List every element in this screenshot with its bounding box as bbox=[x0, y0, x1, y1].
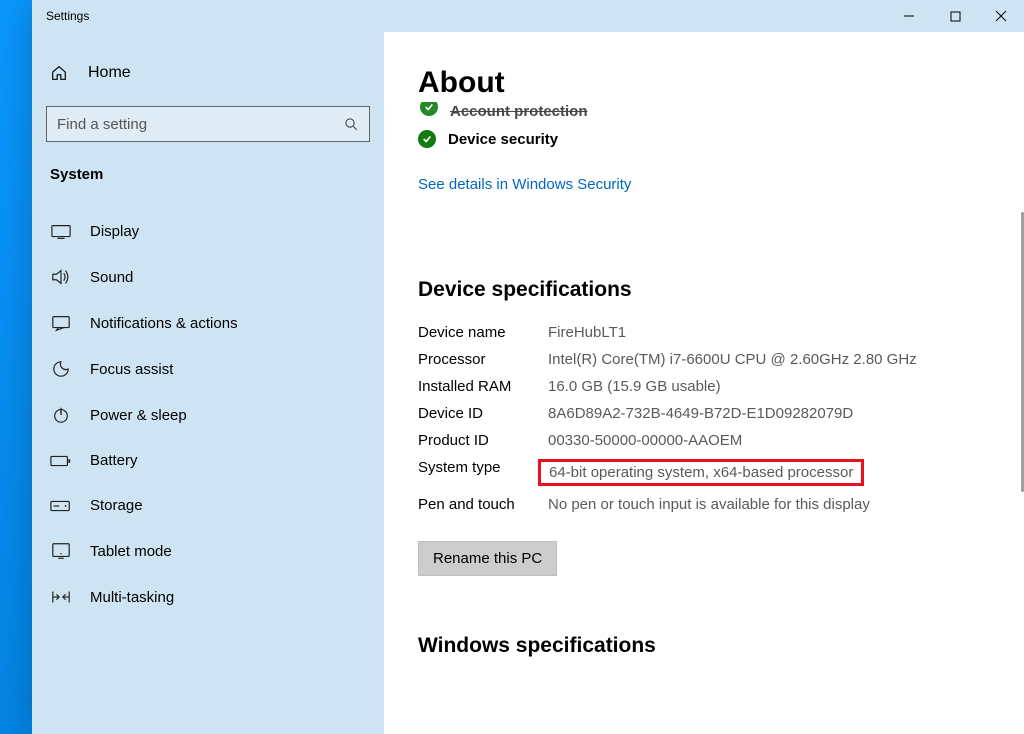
sound-icon bbox=[50, 268, 72, 286]
sidebar-item-display[interactable]: Display bbox=[46, 209, 370, 254]
settings-window: Settings Home bbox=[32, 0, 1024, 734]
nav-list: Display Sound Notifications & actions Fo… bbox=[46, 209, 370, 620]
sidebar-item-label: Sound bbox=[90, 269, 133, 286]
display-icon bbox=[50, 224, 72, 240]
spec-key: Installed RAM bbox=[418, 378, 548, 395]
sidebar-item-notifications[interactable]: Notifications & actions bbox=[46, 300, 370, 346]
spec-value: 00330-50000-00000-AAOEM bbox=[548, 432, 990, 449]
sidebar-item-label: Battery bbox=[90, 452, 138, 469]
rename-pc-button[interactable]: Rename this PC bbox=[418, 541, 557, 576]
sidebar-item-label: Multi-tasking bbox=[90, 589, 174, 606]
device-spec-table: Device name FireHubLT1 Processor Intel(R… bbox=[418, 324, 990, 513]
spec-row-processor: Processor Intel(R) Core(TM) i7-6600U CPU… bbox=[418, 351, 990, 368]
minimize-icon bbox=[903, 10, 915, 22]
spec-key: Device ID bbox=[418, 405, 548, 422]
spec-row-device-name: Device name FireHubLT1 bbox=[418, 324, 990, 341]
search-input[interactable] bbox=[57, 116, 344, 133]
spec-value-highlighted: 64-bit operating system, x64-based proce… bbox=[538, 459, 864, 486]
notifications-icon bbox=[50, 314, 72, 332]
security-item-device-security[interactable]: Device security bbox=[418, 120, 990, 148]
maximize-icon bbox=[950, 11, 961, 22]
security-item-account-protection[interactable]: Account protection bbox=[420, 102, 990, 120]
spec-row-ram: Installed RAM 16.0 GB (15.9 GB usable) bbox=[418, 378, 990, 395]
sidebar-item-label: Display bbox=[90, 223, 139, 240]
close-button[interactable] bbox=[978, 0, 1024, 32]
spec-key: Product ID bbox=[418, 432, 548, 449]
home-nav[interactable]: Home bbox=[46, 54, 370, 106]
battery-icon bbox=[50, 454, 72, 468]
sidebar-item-multitask[interactable]: Multi-tasking bbox=[46, 574, 370, 620]
sidebar-item-label: Tablet mode bbox=[90, 543, 172, 560]
spec-value: No pen or touch input is available for t… bbox=[548, 496, 990, 513]
sidebar-item-storage[interactable]: Storage bbox=[46, 483, 370, 528]
content-pane: About Account protection Device security… bbox=[384, 32, 1024, 734]
section-label-system: System bbox=[46, 166, 370, 209]
search-field[interactable] bbox=[46, 106, 370, 142]
focus-icon bbox=[50, 360, 72, 378]
windows-security-link[interactable]: See details in Windows Security bbox=[418, 176, 631, 193]
spec-value: 16.0 GB (15.9 GB usable) bbox=[548, 378, 990, 395]
sidebar-item-label: Power & sleep bbox=[90, 407, 187, 424]
windows-spec-heading: Windows specifications bbox=[418, 634, 990, 658]
sidebar-item-label: Notifications & actions bbox=[90, 315, 238, 332]
device-spec-heading: Device specifications bbox=[418, 278, 990, 302]
sidebar-item-label: Storage bbox=[90, 497, 143, 514]
spec-row-pen-touch: Pen and touch No pen or touch input is a… bbox=[418, 496, 990, 513]
sidebar-item-focus[interactable]: Focus assist bbox=[46, 346, 370, 392]
sidebar-item-tablet[interactable]: Tablet mode bbox=[46, 528, 370, 574]
sidebar-item-battery[interactable]: Battery bbox=[46, 438, 370, 483]
power-icon bbox=[50, 406, 72, 424]
spec-key: System type bbox=[418, 459, 548, 476]
spec-row-device-id: Device ID 8A6D89A2-732B-4649-B72D-E1D092… bbox=[418, 405, 990, 422]
spec-key: Pen and touch bbox=[418, 496, 548, 513]
sidebar: Home System Display Sound bbox=[32, 32, 384, 734]
sidebar-item-power[interactable]: Power & sleep bbox=[46, 392, 370, 438]
check-icon bbox=[420, 102, 438, 116]
spec-key: Processor bbox=[418, 351, 548, 368]
page-title: About bbox=[418, 66, 990, 100]
maximize-button[interactable] bbox=[932, 0, 978, 32]
check-icon bbox=[418, 130, 436, 148]
spec-row-system-type: System type 64-bit operating system, x64… bbox=[418, 459, 990, 486]
tablet-icon bbox=[50, 542, 72, 560]
storage-icon bbox=[50, 499, 72, 513]
spec-row-product-id: Product ID 00330-50000-00000-AAOEM bbox=[418, 432, 990, 449]
sidebar-item-sound[interactable]: Sound bbox=[46, 254, 370, 300]
window-title: Settings bbox=[32, 9, 89, 23]
titlebar: Settings bbox=[32, 0, 1024, 32]
search-icon bbox=[344, 117, 359, 132]
spec-value: Intel(R) Core(TM) i7-6600U CPU @ 2.60GHz… bbox=[548, 351, 990, 368]
security-item-label: Device security bbox=[448, 131, 558, 148]
security-item-label: Account protection bbox=[450, 103, 588, 120]
home-label: Home bbox=[88, 64, 131, 82]
minimize-button[interactable] bbox=[886, 0, 932, 32]
home-icon bbox=[50, 64, 70, 82]
spec-value: 8A6D89A2-732B-4649-B72D-E1D09282079D bbox=[548, 405, 990, 422]
window-controls bbox=[886, 0, 1024, 32]
close-icon bbox=[995, 10, 1007, 22]
spec-key: Device name bbox=[418, 324, 548, 341]
multitask-icon bbox=[50, 588, 72, 606]
spec-value: FireHubLT1 bbox=[548, 324, 990, 341]
sidebar-item-label: Focus assist bbox=[90, 361, 173, 378]
